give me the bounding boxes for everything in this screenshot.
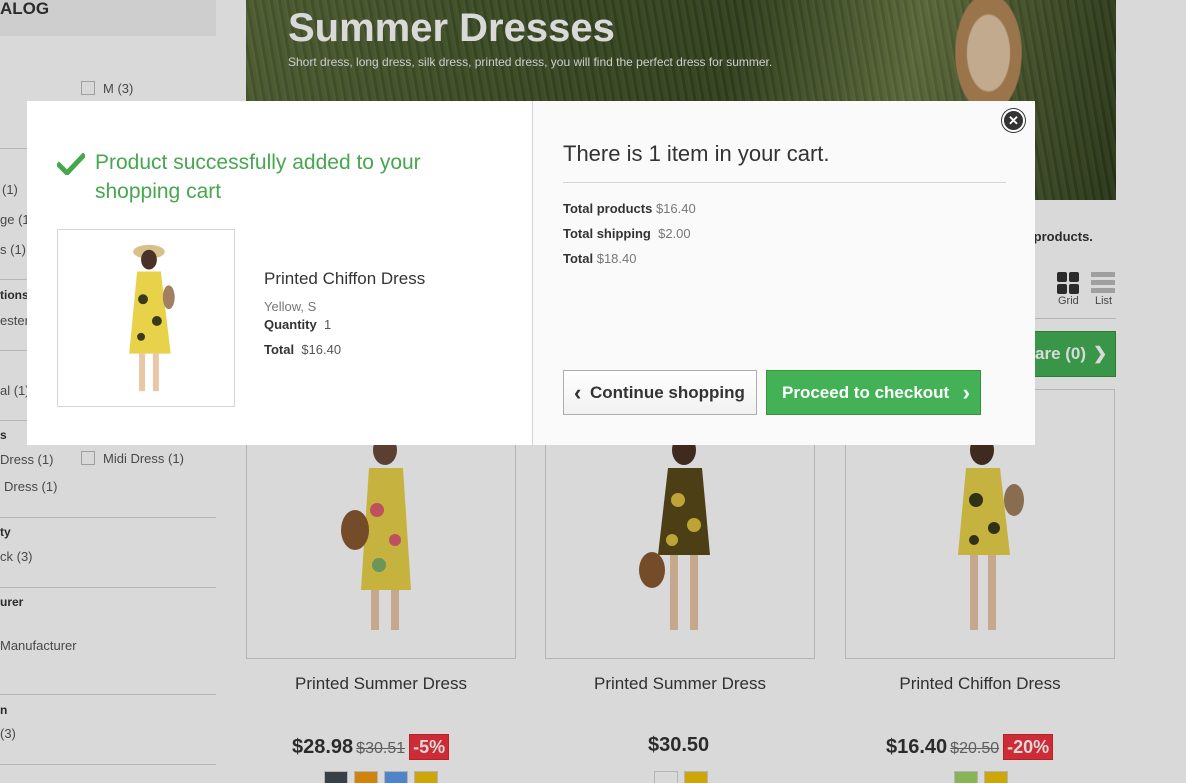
continue-shopping-button[interactable]: ‹ Continue shopping [563, 370, 757, 415]
cart-total-products: Total products $16.40 [563, 201, 696, 216]
close-icon[interactable]: ✕ [1002, 109, 1025, 132]
added-product-quantity: Quantity 1 [264, 317, 331, 332]
chevron-right-icon: › [962, 380, 970, 405]
cart-total: Total $18.40 [563, 251, 636, 266]
added-product-name: Printed Chiffon Dress [264, 269, 426, 288]
total-products-label: Total products [563, 201, 653, 216]
quantity-value: 1 [323, 317, 332, 332]
total-label: Total [264, 342, 295, 357]
proceed-to-checkout-button[interactable]: Proceed to checkout › [766, 370, 981, 415]
cart-total-shipping: Total shipping $2.00 [563, 226, 691, 241]
chevron-left-icon: ‹ [574, 380, 582, 405]
cart-item-count: There is 1 item in your cart. [563, 141, 830, 166]
total-shipping-value: $2.00 [658, 226, 691, 241]
cart-total-label: Total [563, 251, 594, 266]
added-product-attributes: Yellow, S [264, 299, 317, 314]
added-product-image [57, 229, 235, 407]
product-thumbnail [129, 244, 175, 392]
add-to-cart-modal: Product successfully added to your shopp… [27, 101, 1035, 445]
checkmark-icon [57, 153, 85, 175]
added-product-total: Total $16.40 [264, 342, 341, 357]
success-message: Product successfully added to your shopp… [95, 151, 421, 203]
quantity-label: Quantity [264, 317, 317, 332]
added-product-panel: Product successfully added to your shopp… [27, 101, 532, 445]
cart-summary-panel: There is 1 item in your cart. Total prod… [532, 101, 1035, 445]
total-products-value: $16.40 [655, 201, 696, 216]
total-value: $16.40 [301, 342, 342, 357]
cart-total-value: $18.40 [596, 251, 637, 266]
divider [563, 182, 1006, 183]
total-shipping-label: Total shipping [563, 226, 651, 241]
